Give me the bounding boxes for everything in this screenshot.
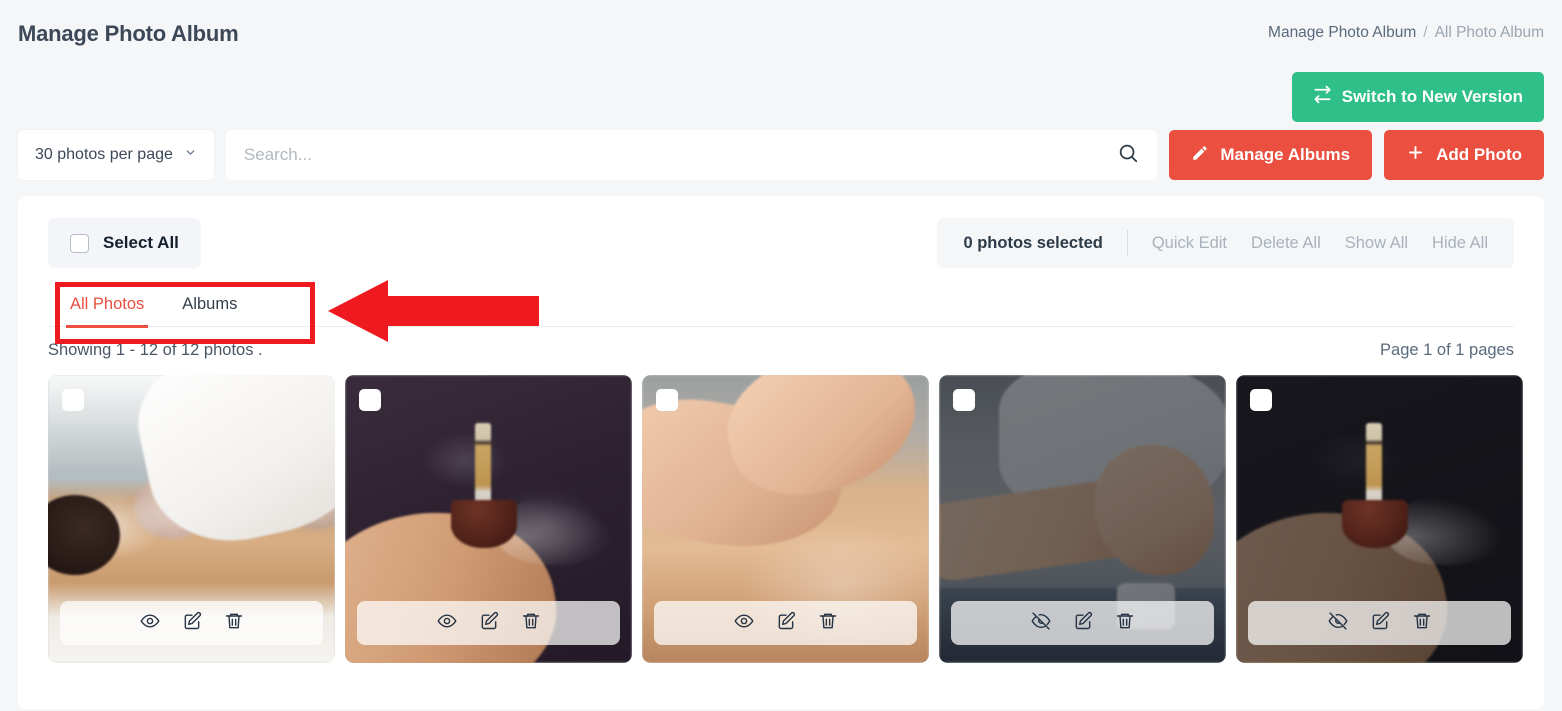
photo-manager-panel: Select All 0 photos selected Quick Edit … [18,196,1544,709]
photo-card[interactable] [939,375,1226,663]
trash-icon[interactable] [1115,611,1135,636]
trash-icon[interactable] [1412,611,1432,636]
photo-actions [654,601,917,645]
switch-to-new-version-label: Switch to New Version [1341,87,1523,106]
page-info-text: Page 1 of 1 pages [1380,341,1514,359]
photo-actions [951,601,1214,645]
tabs-zone: All Photos Albums [18,280,1544,344]
quick-edit-action[interactable]: Quick Edit [1152,234,1227,253]
photo-actions [357,601,620,645]
switch-version-row: Switch to New Version [0,70,1562,124]
manage-albums-label: Manage Albums [1220,145,1351,164]
bulk-actions-bar: 0 photos selected Quick Edit Delete All … [937,218,1514,268]
breadcrumb-parent[interactable]: Manage Photo Album [1268,24,1416,41]
page-title: Manage Photo Album [18,21,239,46]
chevron-down-icon [184,146,197,164]
divider [1126,230,1128,256]
toolbar: 30 photos per page Manage Albums Add Pho… [0,124,1562,186]
per-page-select[interactable]: 30 photos per page [18,130,214,180]
photo-card[interactable] [48,375,335,663]
photo-select-checkbox[interactable] [62,389,84,411]
tab-all-photos[interactable]: All Photos [66,282,149,328]
edit-square-icon[interactable] [182,611,202,636]
page-header: Manage Photo Album Manage Photo Album / Al… [0,0,1562,70]
select-all-control[interactable]: Select All [48,218,201,268]
photo-select-checkbox[interactable] [359,389,381,411]
select-all-label: Select All [103,233,179,252]
photo-card[interactable] [1236,375,1523,663]
search-input[interactable] [243,145,1108,165]
photo-card[interactable] [345,375,632,663]
pencil-icon [1191,144,1209,167]
hide-all-action[interactable]: Hide All [1432,234,1488,253]
plus-icon [1406,143,1425,167]
trash-icon[interactable] [224,611,244,636]
eye-off-icon[interactable] [1030,611,1051,636]
photo-select-checkbox[interactable] [656,389,678,411]
breadcrumb-separator: / [1423,24,1428,41]
edit-square-icon[interactable] [1370,611,1390,636]
trash-icon[interactable] [818,611,838,636]
search-icon[interactable] [1117,142,1139,169]
photo-grid [18,360,1544,663]
photo-select-checkbox[interactable] [953,389,975,411]
eye-icon[interactable] [436,611,457,636]
tab-albums-label: Albums [182,295,238,313]
manage-albums-button[interactable]: Manage Albums [1169,130,1373,180]
tab-bar: All Photos Albums [48,282,1514,328]
photo-select-checkbox[interactable] [1250,389,1272,411]
tab-albums[interactable]: Albums [178,282,241,326]
add-photo-label: Add Photo [1436,145,1522,164]
breadcrumb: Manage Photo Album / All Photo Album [1268,24,1544,42]
selection-bar: Select All 0 photos selected Quick Edit … [18,196,1544,268]
photo-card[interactable] [642,375,929,663]
per-page-label: 30 photos per page [35,146,173,163]
select-all-checkbox[interactable] [70,233,89,253]
eye-off-icon[interactable] [1327,611,1348,636]
trash-icon[interactable] [521,611,541,636]
edit-square-icon[interactable] [776,611,796,636]
add-photo-button[interactable]: Add Photo [1384,130,1544,180]
edit-square-icon[interactable] [479,611,499,636]
selected-count: 0 photos selected [963,233,1103,252]
eye-icon[interactable] [139,611,160,636]
results-meta-row: Showing 1 - 12 of 12 photos . Page 1 of … [18,327,1544,360]
eye-icon[interactable] [733,611,754,636]
photo-actions [60,601,323,645]
tab-all-photos-label: All Photos [70,295,145,313]
photo-actions [1248,601,1511,645]
search-bar[interactable] [225,130,1158,180]
breadcrumb-current: All Photo Album [1434,24,1544,41]
show-all-action[interactable]: Show All [1345,234,1408,253]
switch-to-new-version-button[interactable]: Switch to New Version [1291,72,1544,122]
delete-all-action[interactable]: Delete All [1251,234,1321,253]
showing-count-text: Showing 1 - 12 of 12 photos . [48,341,263,359]
edit-square-icon[interactable] [1073,611,1093,636]
swap-icon [1313,85,1332,109]
